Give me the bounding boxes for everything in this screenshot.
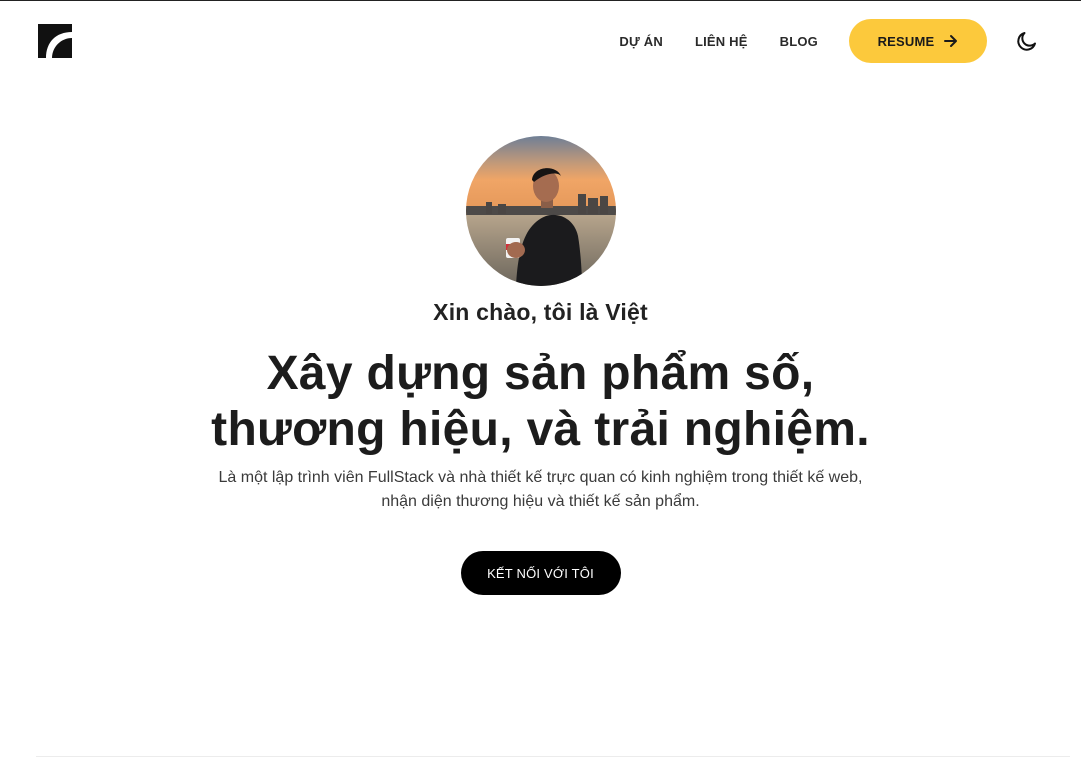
intro-text: Là một lập trình viên FullStack và nhà t…: [191, 466, 891, 514]
main-nav: DỰ ÁN LIÊN HỆ BLOG RESUME: [619, 19, 1081, 63]
hero-section: Xin chào, tôi là Việt Xây dựng sản phẩm …: [0, 136, 1081, 595]
nav-link-blog[interactable]: BLOG: [780, 34, 818, 49]
headline-line-1: Xây dựng sản phẩm số,: [266, 347, 815, 400]
section-divider: [36, 756, 1070, 757]
theme-toggle-button[interactable]: [1013, 27, 1041, 55]
arrow-right-icon: [944, 35, 958, 47]
moon-icon: [1017, 32, 1036, 51]
greeting: Xin chào, tôi là Việt: [433, 299, 648, 325]
intro-line-2: nhận diện thương hiệu và thiết kế sản ph…: [381, 493, 700, 510]
resume-button[interactable]: RESUME: [849, 19, 987, 63]
avatar: [465, 136, 616, 286]
connect-button[interactable]: KẾT NỐI VỚI TÔI: [460, 551, 621, 595]
logo-icon[interactable]: [38, 24, 72, 58]
intro-line-1: Là một lập trình viên FullStack và nhà t…: [218, 469, 863, 486]
headline-line-2: thương hiệu, và trải nghiệm.: [211, 403, 870, 456]
nav-link-contact[interactable]: LIÊN HỆ: [695, 34, 748, 49]
resume-label: RESUME: [877, 33, 935, 49]
nav-link-projects[interactable]: DỰ ÁN: [619, 34, 663, 49]
headline: Xây dựng sản phẩm số, thương hiệu, và tr…: [211, 346, 870, 458]
site-header: DỰ ÁN LIÊN HỆ BLOG RESUME: [0, 1, 1081, 81]
